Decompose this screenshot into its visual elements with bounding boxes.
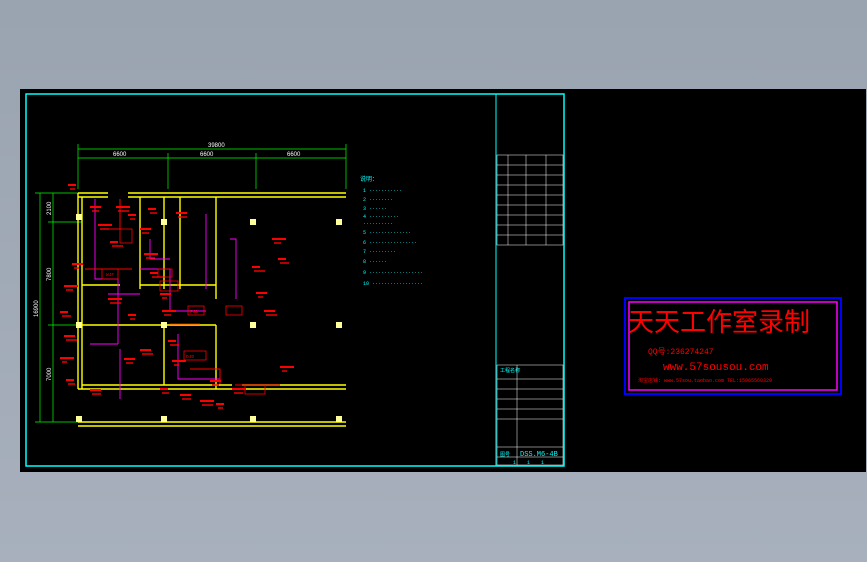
annotation-tag	[98, 224, 112, 230]
annotation-tag	[256, 292, 267, 298]
annotation-tag	[140, 349, 153, 355]
annotation-tag	[128, 214, 136, 220]
annotation-tag	[172, 360, 186, 366]
annotation-tag	[148, 208, 157, 214]
annotation-tag	[144, 253, 158, 259]
note-9: 9 ··················	[363, 270, 423, 276]
note-3: 3 ······	[363, 206, 387, 212]
note-6: 6 ················	[363, 240, 417, 246]
ducts	[85, 199, 280, 386]
cad-viewport[interactable]: 工程名称 图号 DSS.M6-4B 1 1 1 39800 6600 6600 …	[20, 89, 866, 472]
note-5: 5 ··············	[363, 230, 411, 236]
note-7: 7 ·········	[363, 249, 396, 255]
general-notes: 说明： 1 ··········· 2 ········ 3 ······ 4 …	[360, 175, 423, 287]
note-1: 1 ···········	[363, 188, 402, 194]
room-label-2: FJD	[190, 309, 198, 315]
annotation-tag	[90, 206, 101, 212]
drawing-frame-outer	[25, 93, 565, 467]
cad-drawing: 工程名称 图号 DSS.M6-4B 1 1 1 39800 6600 6600 …	[25, 93, 842, 467]
dim-left-3: 7000	[47, 367, 53, 381]
column-markers	[76, 214, 342, 422]
annotation-tag	[124, 358, 135, 364]
annotation-tag	[264, 310, 277, 316]
equipment-boxes	[101, 228, 266, 395]
note-4: 4 ··········	[363, 214, 399, 220]
annotation-tag	[128, 314, 136, 320]
annotation-tag	[66, 379, 75, 385]
top-dimension-lines	[77, 144, 347, 189]
drawing-no-label: 图号	[500, 452, 510, 458]
title-block-revisions	[496, 154, 564, 246]
note-4b: ··········	[363, 221, 393, 227]
note-10: 10 ·················	[363, 281, 423, 287]
dim-left-total: 16900	[34, 300, 40, 317]
annotation-tag	[180, 394, 191, 400]
watermark-contact: 淘宝店铺: www.57sou.taobao.com TEL:150655603…	[638, 377, 772, 384]
bottom-mark-1: 1	[513, 460, 516, 466]
annotation-tag	[90, 389, 101, 395]
annotation-tag	[160, 388, 169, 394]
annotation-tag	[108, 298, 122, 304]
annotation-tag	[60, 357, 74, 363]
dim-overall: 39800	[208, 143, 225, 149]
dim-left-1: 2100	[47, 201, 53, 215]
annotation-tag	[168, 340, 179, 346]
watermark-title: 天天工作室录制	[628, 308, 810, 337]
dim-top-2: 6600	[200, 152, 214, 158]
annotation-tag	[160, 293, 171, 299]
annotation-tag	[162, 310, 176, 316]
note-2: 2 ········	[363, 197, 393, 203]
annotation-tag	[200, 400, 214, 406]
annotation-tag	[280, 366, 294, 372]
note-8: 8 ······	[363, 259, 387, 265]
left-dimension-lines	[35, 192, 82, 423]
watermark-stamp: 天天工作室录制 QQ号:236274247 www.57sousou.com 淘…	[624, 297, 842, 395]
title-block-info	[496, 364, 564, 466]
dim-top-3: 6600	[287, 152, 301, 158]
annotation-tag	[252, 266, 265, 272]
annotation-tag	[232, 388, 246, 394]
annotation-tag	[68, 184, 76, 190]
project-name-label: 工程名称	[500, 367, 520, 374]
annotation-tag	[272, 238, 286, 244]
bottom-mark-3: 1	[541, 460, 544, 466]
dim-top-1: 6600	[113, 152, 127, 158]
drawing-number: DSS.M6-4B	[520, 451, 558, 459]
annotation-tag	[60, 311, 71, 317]
annotation-tag	[64, 285, 78, 291]
notes-heading: 说明：	[360, 175, 378, 183]
annotation-tag	[278, 258, 289, 264]
watermark-url: www.57sousou.com	[663, 362, 769, 374]
watermark-qq: QQ号:236274247	[648, 347, 714, 357]
annotation-tag	[150, 272, 163, 278]
room-label-1: WJF	[106, 272, 114, 278]
annotation-tag	[140, 228, 151, 234]
annotation-tag	[176, 212, 187, 218]
bottom-mark-2: 1	[527, 460, 530, 466]
dim-left-2: 7800	[47, 267, 53, 281]
annotation-tag	[216, 403, 224, 409]
annotation-tag	[64, 335, 77, 341]
room-label-3: DJD	[186, 354, 194, 360]
annotation-tag	[116, 206, 130, 212]
